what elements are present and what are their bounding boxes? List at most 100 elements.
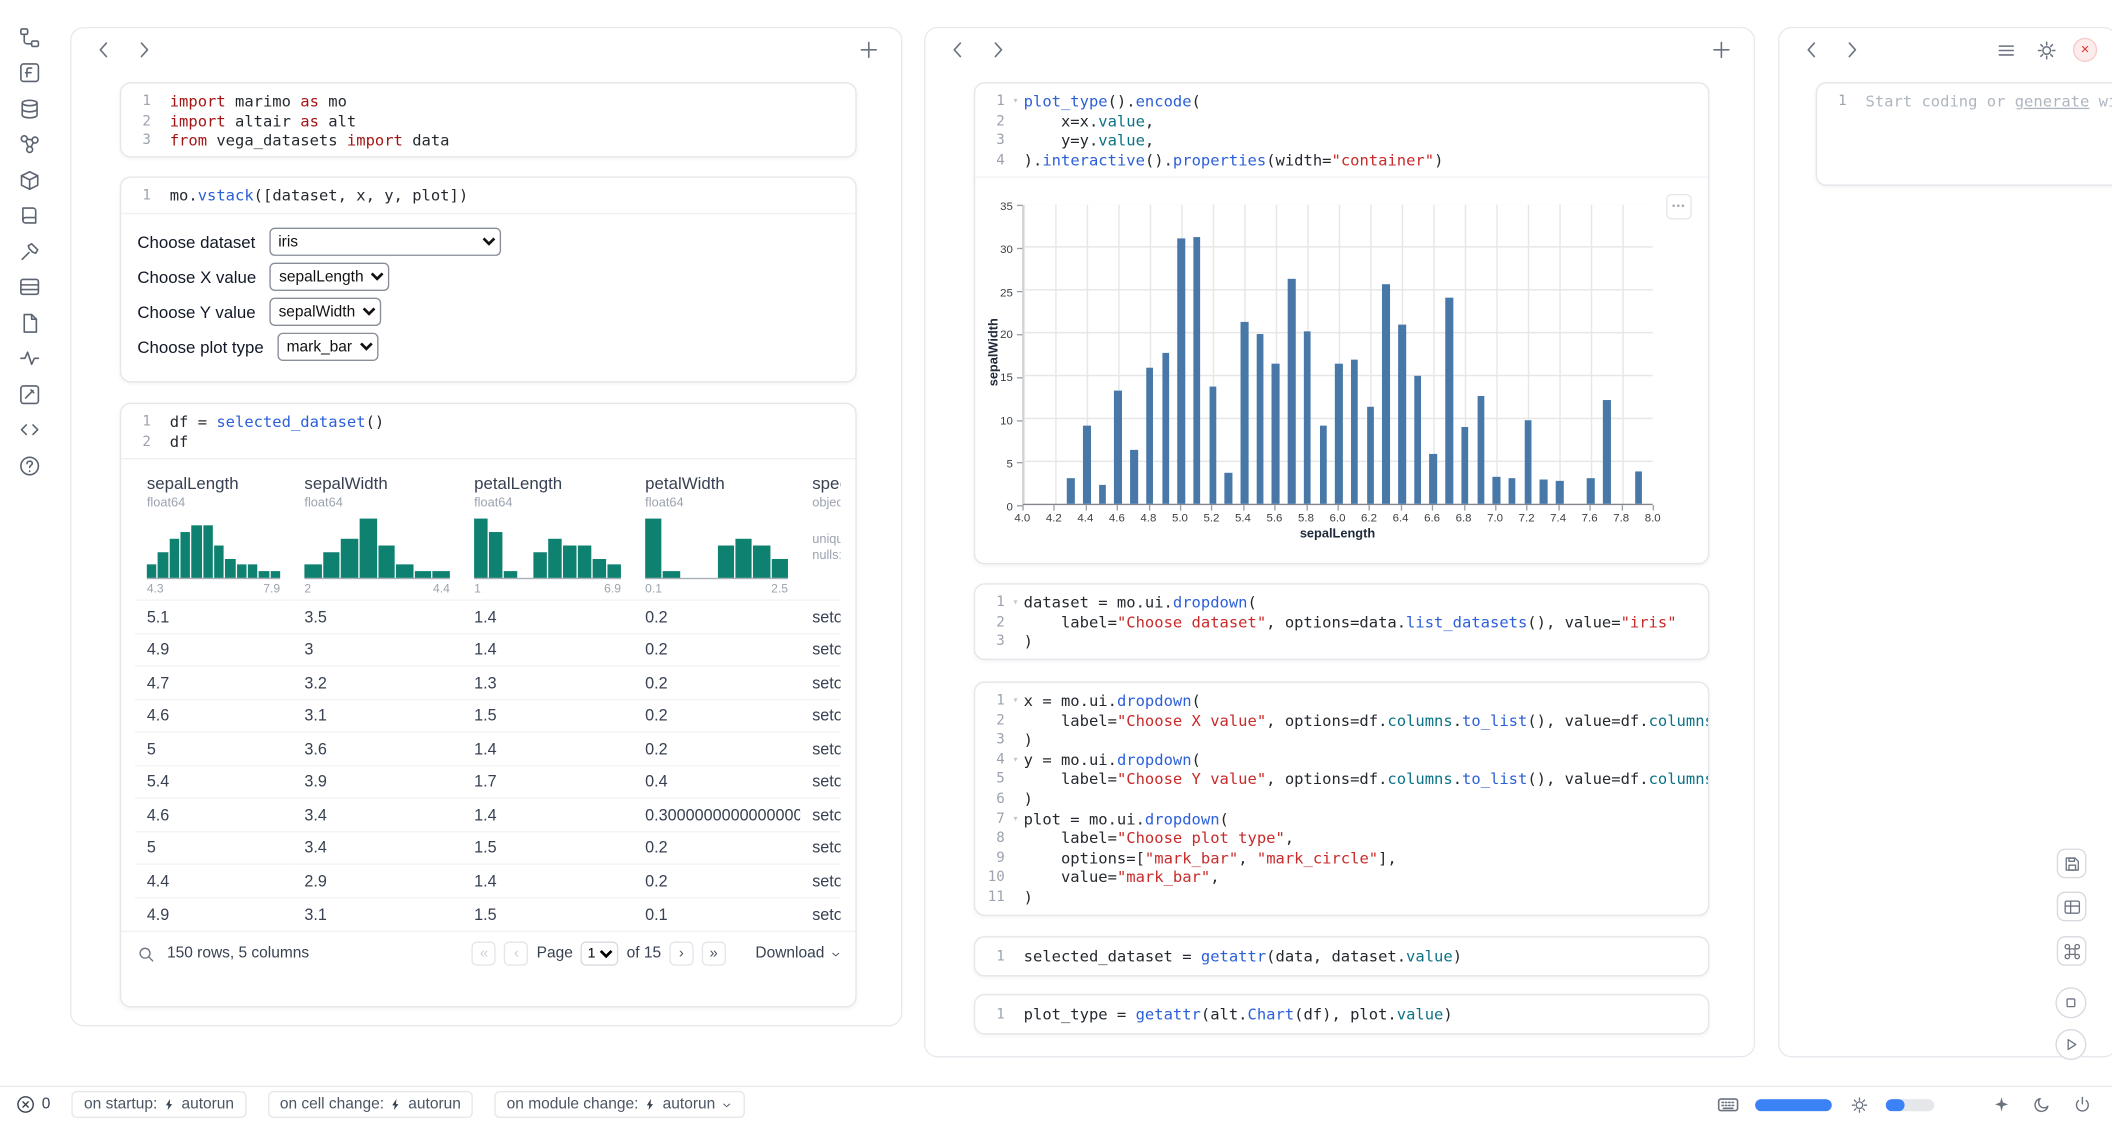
runtime-chip-on-startup[interactable]: on startup:autorun [72,1091,246,1118]
snippets-icon [19,419,41,447]
last-page-button[interactable]: » [702,942,726,966]
add-cell-icon[interactable] [1708,36,1735,63]
shutdown-icon[interactable] [2069,1091,2096,1118]
cell-dataset-dropdown[interactable]: 1▾dataset = mo.ui.dropdown(2 label="Choo… [974,583,1709,660]
code-line: 1▾dataset = mo.ui.dropdown( [975,593,1708,613]
column-header-species[interactable]: speciesobjectuniquenulls: [800,468,840,601]
next-page-button[interactable]: › [669,942,693,966]
sidebar-item-files[interactable] [13,315,45,337]
fold-spacer [1008,829,1024,849]
sidebar-item-snippets[interactable] [13,422,45,444]
search-icon[interactable] [135,943,157,965]
runtime-chip-on-cell-change[interactable]: on cell change:autorun [268,1091,473,1118]
code-line: 2 x=x.value, [975,111,1708,131]
fold-toggle-icon[interactable]: ▾ [1008,750,1024,770]
fold-spacer [154,186,170,206]
chevron-left-icon[interactable] [1798,36,1825,63]
choose-plot-type-select[interactable]: mark_bar [277,333,378,361]
settings-gear-icon[interactable] [2033,36,2060,63]
x-tick-label: 8.0 [1645,511,1661,524]
code-line: 8 label="Choose plot type", [975,829,1708,849]
table-cell: 5 [135,732,293,765]
sidebar-item-documentation[interactable] [13,208,45,230]
editor-placeholder[interactable]: Start coding or generate with AI. [1866,92,2112,112]
runtime-chip-on-module-change[interactable]: on module change:autorun [495,1091,745,1118]
line-number: 2 [975,612,1007,632]
first-page-button[interactable]: « [472,942,496,966]
column-header-petalLength[interactable]: petalLengthfloat6416.9 [462,468,633,601]
cell-dataframe[interactable]: 1df = selected_dataset()2df sepalLengthf… [120,403,857,1008]
sidebar-item-data-sources[interactable] [13,101,45,123]
chart-plot-area[interactable] [1022,205,1652,505]
run-all-button[interactable] [2055,1029,2086,1060]
fold-spacer [1008,770,1024,790]
line-number: 1 [975,947,1007,967]
column-histogram [147,517,280,579]
sidebar-item-packages[interactable] [13,172,45,194]
menu-icon[interactable] [1992,36,2019,63]
column-header-sepalLength[interactable]: sepalLengthfloat644.37.9 [135,468,293,601]
sidebar-item-logs[interactable] [13,351,45,373]
sidebar-item-outline[interactable] [13,279,45,301]
code-line: 5 label="Choose Y value", options=df.col… [975,770,1708,790]
data-sources-icon [19,98,41,126]
layout-grid-button[interactable] [2057,892,2087,922]
chevron-left-icon[interactable] [944,36,971,63]
errors-indicator[interactable]: 0 [16,1095,50,1114]
sidebar-item-help[interactable] [13,458,45,480]
cell-plot-type[interactable]: 1plot_type = getattr(alt.Chart(df), plot… [974,994,1709,1034]
chevron-left-icon[interactable] [90,36,117,63]
sidebar-item-functions[interactable] [13,65,45,87]
chart-actions-icon[interactable]: ••• [1666,194,1692,220]
code-line: 1import marimo as mo [121,92,855,112]
prev-page-button[interactable]: ‹ [504,942,528,966]
column-header-petalWidth[interactable]: petalWidthfloat640.12.5 [633,468,800,601]
column-histogram [474,517,621,579]
ai-sparkle-icon[interactable] [1988,1091,2015,1118]
choose-y-value-select[interactable]: sepalWidth [269,298,381,326]
altair-chart: sepalWidth sepalLength ••• 4.04.24.44.64… [975,178,1708,564]
chart-bar [1382,284,1389,504]
cell-imports[interactable]: 1import marimo as mo2import altair as al… [120,82,857,157]
cell-selected-dataset[interactable]: 1selected_dataset = getattr(data, datase… [974,936,1709,976]
stop-button[interactable] [2055,987,2086,1018]
column-header-sepalWidth[interactable]: sepalWidthfloat6424.4 [292,468,462,601]
line-number: 4 [975,151,1007,171]
download-button[interactable]: Download [755,946,841,962]
vstack-controls: Choose datasetirisChoose X valuesepalLen… [121,214,855,376]
keyboard-icon[interactable] [1715,1091,1742,1118]
bolt-icon [389,1098,402,1111]
theme-icon[interactable] [2028,1091,2055,1118]
sidebar-item-tools[interactable] [13,244,45,266]
cpu-gear-icon[interactable] [1845,1091,1872,1118]
cell-plot[interactable]: 1▾plot_type().encode(2 x=x.value,3 y=y.v… [974,82,1709,564]
sidebar-item-scratchpad[interactable] [13,387,45,409]
documentation-icon [19,205,41,233]
chevron-right-icon[interactable] [985,36,1012,63]
cell-vstack[interactable]: 1mo.vstack([dataset, x, y, plot]) Choose… [120,176,857,382]
page-select[interactable]: 1 [581,942,619,966]
chevron-right-icon[interactable] [1839,36,1866,63]
save-button[interactable] [2057,849,2087,879]
x-tick-label: 6.2 [1361,511,1377,524]
add-cell-icon[interactable] [855,36,882,63]
chart-bar [1446,297,1453,504]
chevron-right-icon[interactable] [131,36,158,63]
x-tick-label: 7.8 [1613,511,1629,524]
sidebar-item-explorer[interactable] [13,30,45,52]
choose-dataset-select[interactable]: iris [269,228,501,256]
fold-toggle-icon[interactable]: ▾ [1008,809,1024,829]
fold-toggle-icon[interactable]: ▾ [1008,691,1024,711]
runtime-config-chips: on startup:autorun on cell change:autorun… [72,1091,745,1118]
logs-icon [19,348,41,376]
cell-new-empty[interactable]: 1 Start coding or generate with AI. [1816,82,2112,186]
fold-toggle-icon[interactable]: ▾ [1008,593,1024,613]
choose-x-value-select[interactable]: sepalLength [270,263,390,291]
cell-xy-plot-dropdowns[interactable]: 1▾x = mo.ui.dropdown(2 label="Choose X v… [974,682,1709,916]
close-icon[interactable]: × [2073,38,2097,62]
fold-toggle-icon[interactable]: ▾ [1008,92,1024,112]
chart-bar [1477,396,1484,504]
table-cell: setosa [800,831,840,864]
sidebar-item-dependencies[interactable] [13,137,45,159]
keyboard-shortcuts-button[interactable] [2057,936,2087,966]
